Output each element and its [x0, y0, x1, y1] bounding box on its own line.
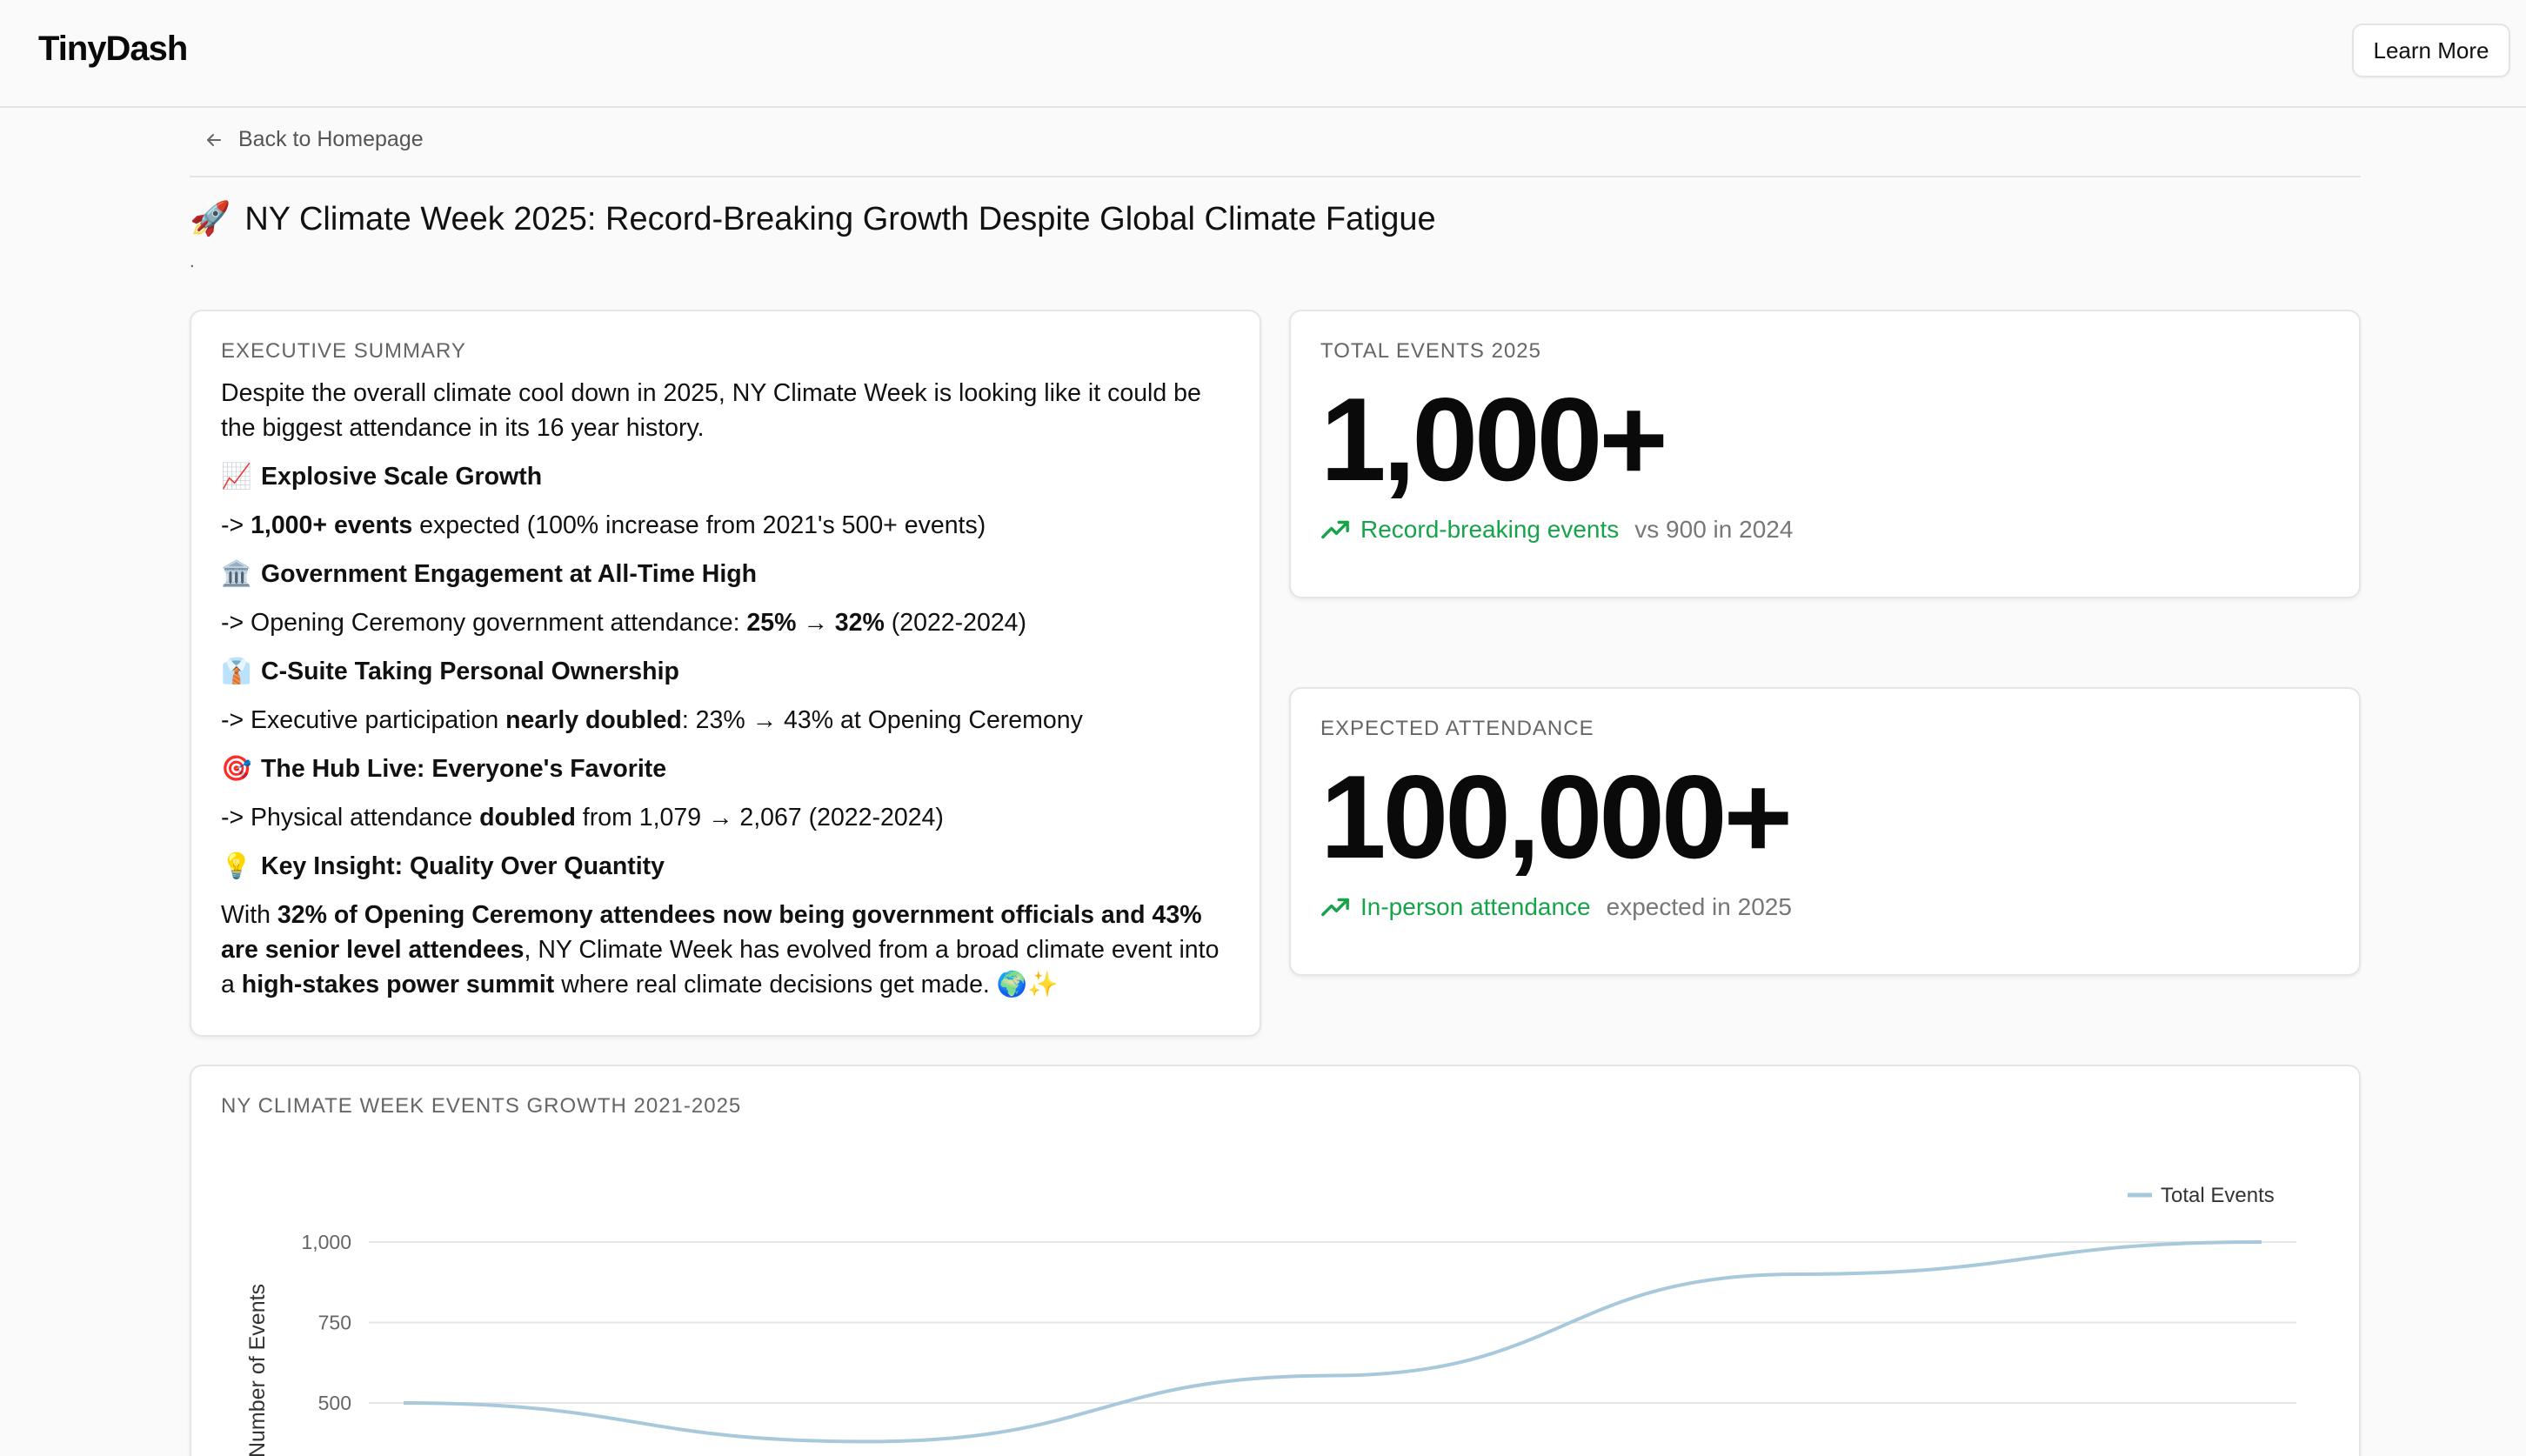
trend-row: Record-breaking events vs 900 in 2024	[1320, 515, 2329, 544]
text: -> Physical attendance	[221, 804, 480, 832]
text: where real climate decisions get made. 🌍…	[554, 971, 1059, 998]
section-line: -> Opening Ceremony government attendanc…	[221, 605, 1230, 640]
trend-row: In-person attendance expected in 2025	[1320, 892, 2329, 922]
series-line-total-events	[403, 1240, 2262, 1444]
total-events-card: TOTAL EVENTS 2025 1,000+ Record-breaking…	[1289, 310, 2361, 598]
key-insight-paragraph: With 32% of Opening Ceremony attendees n…	[221, 898, 1230, 1002]
text: from 1,079 → 2,067 (2022-2024)	[575, 804, 944, 832]
emphasis: doubled	[479, 804, 576, 832]
page-title-text: NY Climate Week 2025: Record-Breaking Gr…	[244, 200, 1436, 237]
section-heading: 💡 Key Insight: Quality Over Quantity	[221, 849, 1230, 884]
section-heading: 👔 C-Suite Taking Personal Ownership	[221, 654, 1230, 689]
y-axis-label: Number of Events	[245, 1284, 270, 1456]
events-growth-chart: 500 750 1,000 Number of Events Total Events	[245, 1184, 2296, 1456]
summary-intro: Despite the overall climate cool down in…	[221, 379, 1201, 442]
text: : 23% → 43% at Opening Ceremony	[681, 706, 1083, 734]
brand-logo[interactable]: TinyDash	[38, 30, 188, 69]
chart-up-icon: 📈	[221, 463, 252, 491]
text: -> Executive participation	[221, 706, 506, 734]
lightbulb-icon: 💡	[221, 852, 252, 880]
section-line: -> Executive participation nearly double…	[221, 703, 1230, 738]
top-bar: TinyDash Learn More	[0, 0, 2526, 108]
emphasis: 25% → 32%	[746, 609, 885, 637]
expected-attendance-card: EXPECTED ATTENDANCE 100,000+ In-person a…	[1289, 687, 2361, 976]
trend-note: expected in 2025	[1606, 893, 1792, 920]
arrow-left-icon	[207, 133, 221, 146]
learn-more-button[interactable]: Learn More	[2352, 23, 2510, 77]
emphasis: nearly doubled	[505, 706, 682, 734]
text: expected (100% increase from 2021's 500+…	[412, 511, 986, 539]
section-line: -> Physical attendance doubled from 1,07…	[221, 800, 1230, 835]
trending-up-icon	[1321, 898, 1349, 917]
text: -> Opening Ceremony government attendanc…	[221, 609, 747, 637]
section-heading-text: The Hub Live: Everyone's Favorite	[261, 755, 667, 783]
section-heading-text: Explosive Scale Growth	[261, 463, 543, 491]
section-heading-text: C-Suite Taking Personal Ownership	[261, 658, 679, 685]
section-heading: 🎯 The Hub Live: Everyone's Favorite	[221, 751, 1230, 786]
trending-up-icon	[1321, 520, 1349, 539]
section-heading: 🏛️ Government Engagement at All-Time High	[221, 557, 1230, 591]
card-label: EXPECTED ATTENDANCE	[1320, 717, 1594, 740]
section-heading-text: Government Engagement at All-Time High	[261, 560, 758, 588]
card-label: EXECUTIVE SUMMARY	[221, 339, 466, 363]
text: (2022-2024)	[884, 609, 1027, 637]
back-link-label: Back to Homepage	[238, 127, 424, 151]
back-to-homepage-link[interactable]: Back to Homepage	[204, 127, 424, 152]
card-label: TOTAL EVENTS 2025	[1320, 339, 1541, 363]
person-in-suit-icon: 👔	[221, 658, 252, 685]
section-heading: 📈 Explosive Scale Growth	[221, 459, 1230, 494]
trend-label: In-person attendance	[1360, 893, 1591, 920]
section-line: -> 1,000+ events expected (100% increase…	[221, 508, 1230, 543]
y-tick-label: 750	[318, 1312, 351, 1334]
section-heading-text: Key Insight: Quality Over Quantity	[261, 852, 665, 880]
target-icon: 🎯	[221, 755, 252, 783]
y-tick-label: 500	[318, 1392, 351, 1414]
trend-note: vs 900 in 2024	[1634, 516, 1794, 543]
events-growth-chart-card: NY CLIMATE WEEK EVENTS GROWTH 2021-2025 …	[190, 1065, 2361, 1456]
legend-label: Total Events	[2161, 1184, 2275, 1207]
page-title: 🚀 NY Climate Week 2025: Record-Breaking …	[190, 200, 1436, 238]
classical-building-icon: 🏛️	[221, 560, 252, 588]
emphasis: high-stakes power summit	[241, 971, 555, 998]
stat-value: 100,000+	[1320, 751, 1793, 883]
text: ->	[221, 511, 251, 539]
page-subtitle: .	[190, 252, 195, 271]
divider	[190, 176, 2361, 177]
emphasis: 1,000+ events	[251, 511, 413, 539]
executive-summary-card: EXECUTIVE SUMMARY Despite the overall cl…	[190, 310, 1261, 1037]
text: With	[221, 901, 277, 929]
stat-value: 1,000+	[1320, 373, 1668, 505]
rocket-icon: 🚀	[190, 201, 231, 237]
y-tick-label: 1,000	[301, 1231, 351, 1253]
trend-label: Record-breaking events	[1360, 516, 1620, 543]
